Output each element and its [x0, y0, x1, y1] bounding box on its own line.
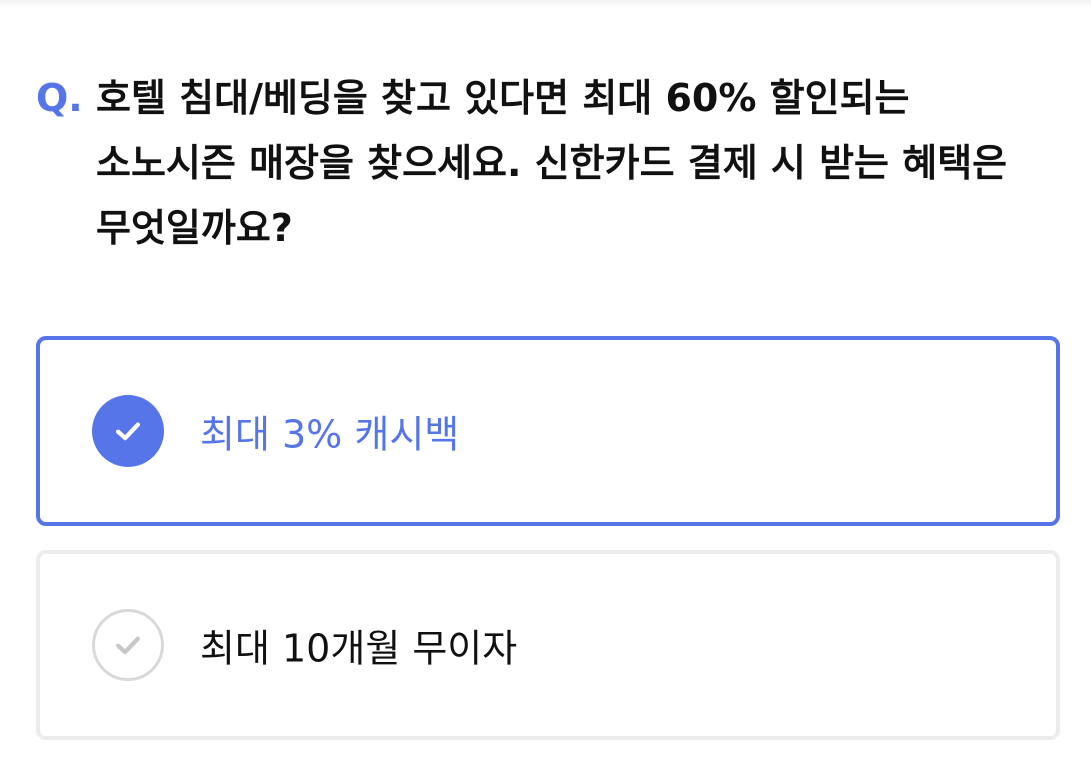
- check-circle-filled-icon: [92, 395, 164, 467]
- check-circle-outline-icon: [92, 609, 164, 681]
- quiz-question: Q. 호텔 침대/베딩을 찾고 있다면 최대 60% 할인되는 소노시즌 매장을…: [36, 66, 1046, 261]
- top-divider: [0, 0, 1091, 8]
- answer-option-label: 최대 10개월 무이자: [200, 626, 518, 671]
- answer-option-1[interactable]: 최대 3% 캐시백: [36, 336, 1060, 526]
- question-text: 호텔 침대/베딩을 찾고 있다면 최대 60% 할인되는 소노시즌 매장을 찾으…: [96, 76, 1008, 250]
- answer-options: 최대 3% 캐시백 최대 10개월 무이자: [36, 336, 1060, 740]
- answer-option-2[interactable]: 최대 10개월 무이자: [36, 550, 1060, 740]
- question-prefix: Q.: [36, 76, 83, 120]
- answer-option-label: 최대 3% 캐시백: [200, 412, 460, 457]
